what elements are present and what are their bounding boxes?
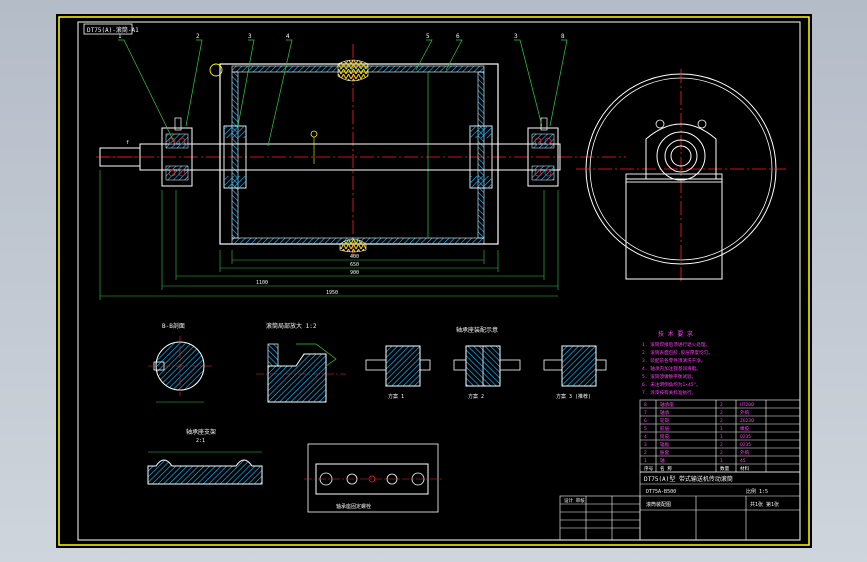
parts-cell: 名 称 <box>660 465 672 472</box>
parts-cell: 4 <box>644 434 647 440</box>
drawing-number: DT75A-B500 <box>646 489 676 495</box>
parts-cell: 胶层 <box>660 425 670 432</box>
part-number: 1 <box>118 33 122 40</box>
parts-cell: 数量 <box>720 465 730 472</box>
parts-cell: 6 <box>644 418 647 424</box>
parts-cell: 3 <box>644 442 647 448</box>
parts-cell: 1 <box>720 434 723 440</box>
part-number: 6 <box>456 33 460 40</box>
option-caption: 方案 3 (推荐) <box>556 393 591 400</box>
technical-requirements: 技 术 要 求 1. 滚筒焊接后须进行退火处理。 2. 滚筒表面包胶,胶层厚度均… <box>642 330 713 396</box>
bearing-note: 轴承座固定螺栓 <box>336 503 371 510</box>
parts-cell: 轴 <box>660 457 665 464</box>
tech-note: 5. 滚筒须做静平衡试验。 <box>642 373 696 380</box>
part-number: 2 <box>196 33 200 40</box>
dim-total: 1950 <box>326 290 338 296</box>
title-signature: 设计 审核 <box>564 497 585 504</box>
part-number: 3 <box>514 33 518 40</box>
tech-note: 4. 轴承内加注锂基润滑脂。 <box>642 365 701 372</box>
left-side-plate <box>231 71 239 239</box>
drum-outline <box>219 63 499 245</box>
parts-cell: Q235 <box>740 442 751 448</box>
parts-cell: Q235 <box>740 434 751 440</box>
dim-1100: 1100 <box>256 280 268 286</box>
drawing-name: 滚筒装配图 <box>646 501 671 508</box>
cad-viewport: DT75(A)-滚筒-A1 f 1 2 3 4 5 6 3 8 400 650 … <box>0 0 867 562</box>
dimension-lines <box>99 170 559 300</box>
bracket-scale: 2:1 <box>196 438 205 444</box>
option-caption: 方案 2 <box>468 393 484 400</box>
part-number-labels: 1 2 3 4 5 6 3 8 <box>118 33 565 40</box>
parts-cell: 序号 <box>644 465 654 472</box>
bracket-view: 轴承座支架 2:1 <box>147 428 263 485</box>
parts-cell: 45 <box>740 458 746 464</box>
parts-cell: 轴承 <box>660 409 670 416</box>
parts-cell: 胀套 <box>660 449 670 456</box>
tech-title: 技 术 要 求 <box>658 330 693 338</box>
scale-label: 比例 1:5 <box>746 488 768 495</box>
dim-650: 650 <box>350 262 359 268</box>
detail-title: 滚筒局部放大 1:2 <box>266 322 317 330</box>
part-number: 4 <box>286 33 290 40</box>
option-caption: 方案 1 <box>388 393 404 400</box>
bracket-title: 轴承座支架 <box>186 428 216 436</box>
detail-enlargement-view: 滚筒局部放大 1:2 <box>256 322 346 403</box>
roller-section-view: f <box>96 44 626 259</box>
part-number: 5 <box>426 33 430 40</box>
bearing-seat-plan-view: 轴承座固定螺栓 <box>304 443 442 513</box>
part-number: 8 <box>561 33 565 40</box>
right-side-plate <box>477 71 485 239</box>
assembly-drawing: DT75(A)-滚筒-A1 f 1 2 3 4 5 6 3 8 400 650 … <box>58 16 810 546</box>
tech-note: 7. 涂漆按有关标准执行。 <box>642 389 696 396</box>
section-b-title: B-B剖面 <box>162 322 185 330</box>
parts-cell: 轮毂 <box>660 417 670 424</box>
parts-cell: 辐板 <box>660 441 670 448</box>
parts-cell: 7 <box>644 410 647 416</box>
inner-border <box>77 21 801 541</box>
drum-side-view <box>576 69 786 282</box>
drawing-title: DT75(A)型 带式输送机传动滚筒 <box>644 475 733 483</box>
part-leaders <box>118 39 568 147</box>
svg-text:f: f <box>126 140 129 146</box>
parts-cell: 外购 <box>740 409 750 416</box>
part-number: 3 <box>248 33 252 40</box>
parts-cell: 2 <box>720 450 723 456</box>
parts-cell: 筒皮 <box>660 433 670 440</box>
parts-cell: ZG230 <box>740 418 754 424</box>
parts-cell: 1 <box>720 426 723 432</box>
dim-900: 900 <box>350 270 359 276</box>
parts-rows: 8 轴承座 2 HT200 7 轴承 2 外购 6 轮毂 2 ZG230 5 胶层 1 橡胶 4 筒皮 1 Q235 3… <box>644 401 754 472</box>
tech-note: 3. 装配前各零件须清洗干净。 <box>642 357 705 364</box>
parts-cell: 5 <box>644 426 647 432</box>
corner-label: DT75(A)-滚筒-A1 <box>87 26 139 34</box>
options-title: 轴承座装配示意 <box>456 326 498 334</box>
bearing-install-options: 轴承座装配示意 方案 1 方案 2 方案 3 (推荐) <box>365 326 607 400</box>
tech-note: 1. 滚筒焊接后须进行退火处理。 <box>642 341 710 348</box>
tech-note: 6. 未注明倒角均为1×45°。 <box>642 381 701 388</box>
parts-cell: 2 <box>720 418 723 424</box>
parts-cell: 2 <box>720 442 723 448</box>
parts-cell: 2 <box>720 410 723 416</box>
parts-cell: 2 <box>644 450 647 456</box>
parts-cell: 材料 <box>740 465 750 472</box>
rubber-lagging-top <box>337 59 369 82</box>
parts-cell: 橡胶 <box>740 425 750 432</box>
parts-cell: HT200 <box>740 402 754 408</box>
sheet-label: 共1张 第1张 <box>750 501 779 508</box>
parts-cell: 轴承座 <box>660 401 674 408</box>
drawing-sheet[interactable]: DT75(A)-滚筒-A1 f 1 2 3 4 5 6 3 8 400 650 … <box>56 14 812 548</box>
parts-cell: 1 <box>720 458 723 464</box>
parts-cell: 8 <box>644 402 647 408</box>
parts-cell: 1 <box>644 458 647 464</box>
parts-cell: 外购 <box>740 449 750 456</box>
parts-cell: 2 <box>720 402 723 408</box>
section-b-view: B-B剖面 <box>148 322 212 403</box>
dim-400: 400 <box>350 254 359 260</box>
tech-note: 2. 滚筒表面包胶,胶层厚度均匀。 <box>642 349 713 356</box>
